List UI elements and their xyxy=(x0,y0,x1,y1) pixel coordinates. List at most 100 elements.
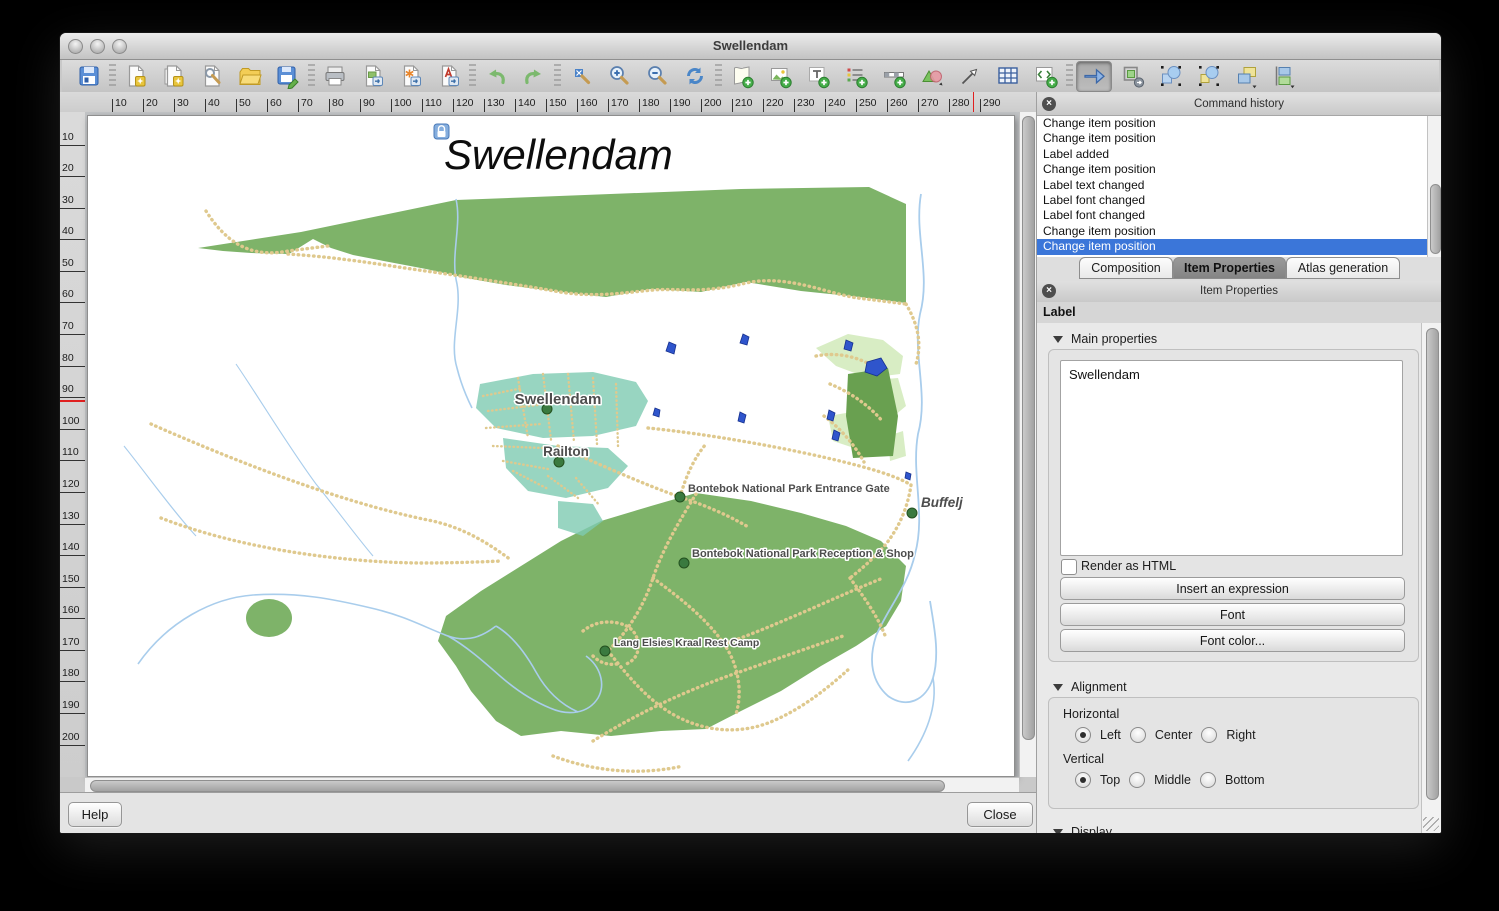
zoom-out-button[interactable] xyxy=(640,62,674,91)
ruler-tick-label: 170 xyxy=(62,636,80,648)
print-button[interactable] xyxy=(318,62,352,91)
history-item[interactable]: Label font changed xyxy=(1037,193,1427,208)
tab-composition[interactable]: Composition xyxy=(1079,257,1173,279)
add-new-map-button[interactable] xyxy=(725,62,759,91)
alignment-section-header[interactable]: Alignment xyxy=(1053,680,1127,694)
refresh-view-button[interactable] xyxy=(678,62,712,91)
move-item-content-button[interactable] xyxy=(1076,61,1112,92)
history-scrollbar[interactable] xyxy=(1427,116,1441,257)
map-item[interactable]: SwellendamRailtonBontebok National Park … xyxy=(88,116,1014,776)
radio-center[interactable] xyxy=(1130,727,1146,743)
export-as-image-button[interactable] xyxy=(356,62,390,91)
tab-atlas-generation[interactable]: Atlas generation xyxy=(1286,257,1400,279)
ruler-cursor-marker xyxy=(60,400,85,402)
ruler-tick xyxy=(701,99,702,112)
label-text-input[interactable]: Swellendam xyxy=(1060,360,1403,556)
item-properties-header: × Item Properties xyxy=(1037,281,1441,303)
history-item[interactable]: Label added xyxy=(1037,147,1427,162)
add-new-legend-button[interactable] xyxy=(839,62,873,91)
ruler-tick xyxy=(60,176,85,177)
group-items-icon xyxy=(1120,63,1146,89)
add-new-map-icon xyxy=(729,63,755,89)
ruler-tick xyxy=(732,99,733,112)
add-new-legend-icon xyxy=(843,63,869,89)
toolbar-separator xyxy=(1066,64,1073,88)
align-selected-items-button[interactable] xyxy=(1268,62,1302,91)
properties-scrollbar[interactable] xyxy=(1421,323,1441,833)
history-item[interactable]: Change item position xyxy=(1037,116,1427,131)
font-color-button[interactable]: Font color... xyxy=(1060,629,1405,652)
radio-left-label: Left xyxy=(1100,728,1121,742)
title-bar[interactable]: Swellendam xyxy=(60,33,1441,60)
radio-middle[interactable] xyxy=(1129,772,1145,788)
add-basic-shape-button[interactable] xyxy=(915,62,949,91)
raise-selected-items-button[interactable] xyxy=(1230,62,1264,91)
select-move-item-button[interactable] xyxy=(1154,62,1188,91)
add-new-scalebar-button[interactable] xyxy=(877,62,911,91)
radio-center-label: Center xyxy=(1155,728,1193,742)
add-new-label-button[interactable] xyxy=(801,62,835,91)
properties-scroll-thumb[interactable] xyxy=(1426,328,1439,800)
font-button[interactable]: Font xyxy=(1060,603,1405,626)
history-item[interactable]: Change item position xyxy=(1037,162,1427,177)
move-item-button[interactable] xyxy=(1192,62,1226,91)
save-as-template-button[interactable] xyxy=(271,62,305,91)
help-button[interactable]: Help xyxy=(68,802,122,827)
group-items-button[interactable] xyxy=(1116,62,1150,91)
close-button[interactable]: Close xyxy=(967,802,1033,827)
page-title-label-item[interactable]: Swellendam xyxy=(434,124,673,178)
ruler-tick xyxy=(60,681,85,682)
undo-button[interactable] xyxy=(479,62,513,91)
ruler-tick-label: 90 xyxy=(62,383,74,395)
ruler-tick-label: 180 xyxy=(62,667,80,679)
ruler-tick-label: 80 xyxy=(62,352,74,364)
ruler-tick xyxy=(60,429,85,430)
history-scroll-thumb[interactable] xyxy=(1430,184,1441,254)
ruler-tick xyxy=(60,555,85,556)
insert-expression-button[interactable]: Insert an expression xyxy=(1060,577,1405,600)
tab-item-properties[interactable]: Item Properties xyxy=(1173,257,1286,279)
add-arrow-button[interactable] xyxy=(953,62,987,91)
zoom-full-button[interactable] xyxy=(564,62,598,91)
radio-right[interactable] xyxy=(1201,727,1217,743)
history-item[interactable]: Change item position xyxy=(1037,239,1427,254)
export-as-svg-button[interactable] xyxy=(394,62,428,91)
zoom-in-button[interactable] xyxy=(602,62,636,91)
resize-grip[interactable] xyxy=(1423,817,1439,831)
ruler-tick-label: 40 xyxy=(208,97,220,109)
canvas-hscroll-thumb[interactable] xyxy=(90,780,945,792)
canvas-vertical-scrollbar[interactable] xyxy=(1019,112,1036,777)
undo-icon xyxy=(483,63,509,89)
add-image-button[interactable] xyxy=(763,62,797,91)
add-html-frame-button[interactable] xyxy=(1029,62,1063,91)
radio-left[interactable] xyxy=(1075,727,1091,743)
composition-manager-button[interactable] xyxy=(195,62,229,91)
add-attribute-table-button[interactable] xyxy=(991,62,1025,91)
new-composition-button[interactable] xyxy=(119,62,153,91)
history-item[interactable]: Label text changed xyxy=(1037,178,1427,193)
composition-page[interactable]: SwellendamRailtonBontebok National Park … xyxy=(87,115,1015,777)
main-properties-section-header[interactable]: Main properties xyxy=(1053,332,1157,346)
toolbar-separator xyxy=(554,64,561,88)
radio-top[interactable] xyxy=(1075,772,1091,788)
display-section-header[interactable]: Display xyxy=(1053,825,1112,833)
radio-middle-label: Middle xyxy=(1154,773,1191,787)
history-item[interactable]: Change item position xyxy=(1037,224,1427,239)
save-button[interactable] xyxy=(72,62,106,91)
history-item[interactable]: Label font changed xyxy=(1037,208,1427,223)
canvas-vscroll-thumb[interactable] xyxy=(1022,116,1035,740)
command-history-list[interactable]: Change item positionChange item position… xyxy=(1037,116,1427,257)
item-properties-body: Main properties Swellendam Render as HTM… xyxy=(1037,323,1421,833)
duplicate-composition-button[interactable] xyxy=(157,62,191,91)
ruler-tick-label: 160 xyxy=(580,97,598,109)
canvas-horizontal-scrollbar[interactable] xyxy=(85,777,1019,793)
radio-bottom[interactable] xyxy=(1200,772,1216,788)
redo-button[interactable] xyxy=(517,62,551,91)
load-from-template-button[interactable] xyxy=(233,62,267,91)
history-item[interactable]: Change item position xyxy=(1037,131,1427,146)
export-as-pdf-button[interactable] xyxy=(432,62,466,91)
command-history-title: Command history xyxy=(1037,98,1441,110)
render-as-html-checkbox[interactable] xyxy=(1061,559,1077,575)
ruler-tick xyxy=(60,650,85,651)
radio-bottom-label: Bottom xyxy=(1225,773,1265,787)
